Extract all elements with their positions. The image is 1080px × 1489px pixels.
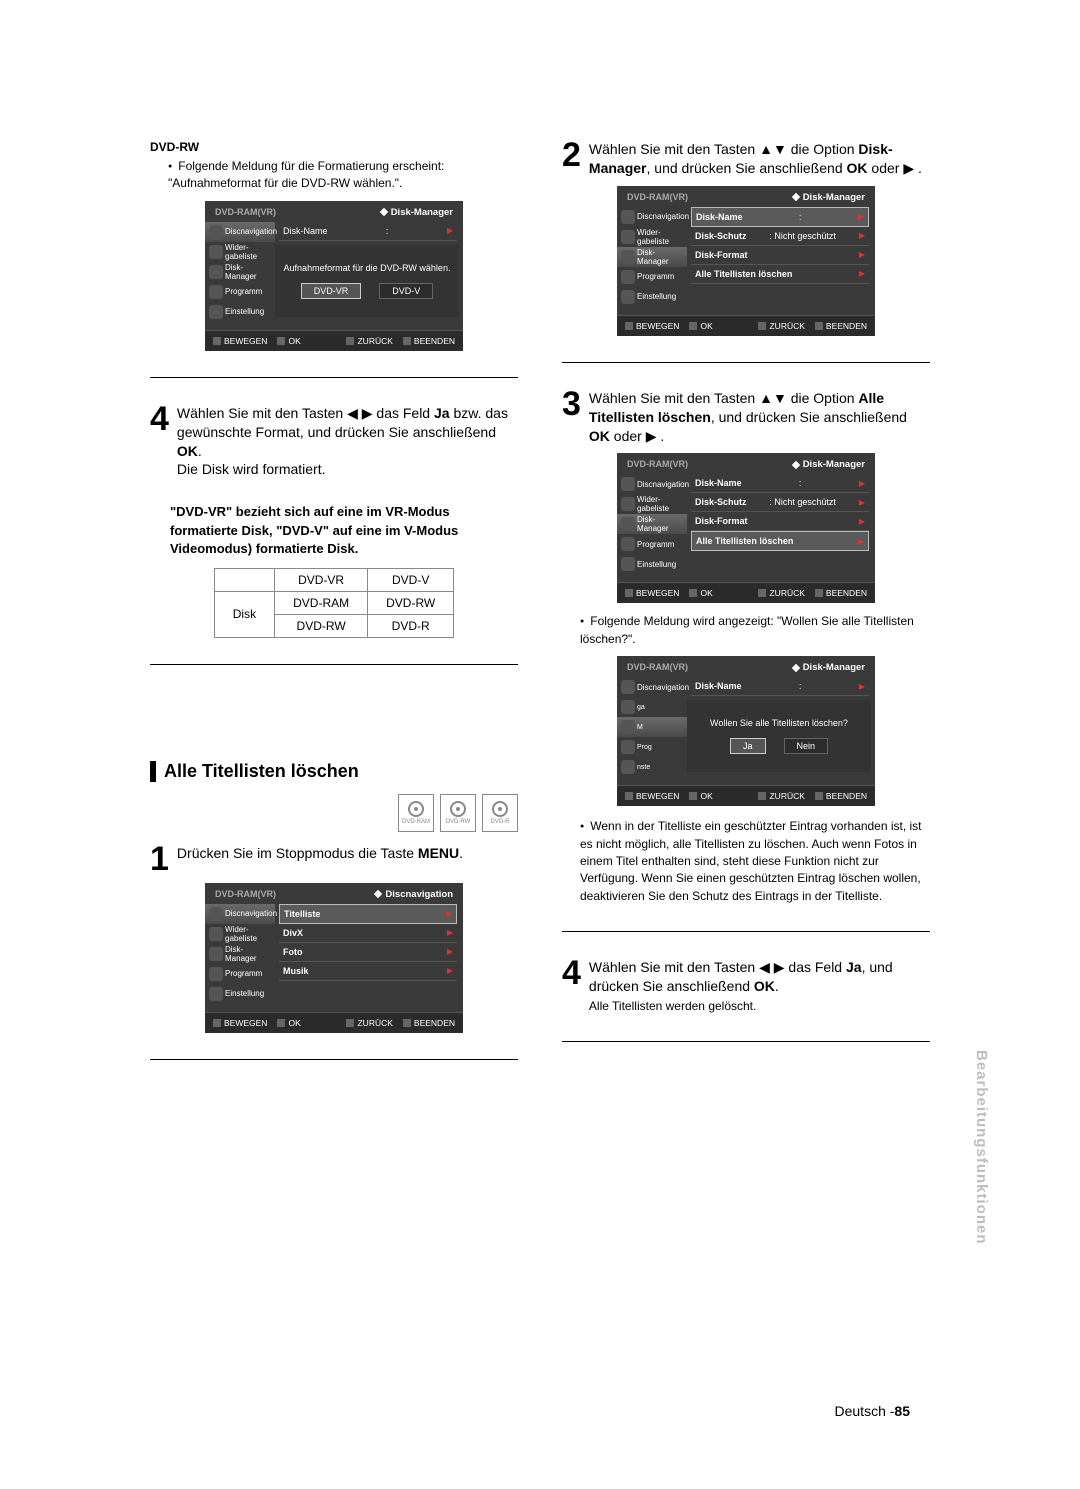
- disc-r-icon: DVD-R: [482, 794, 518, 832]
- osd-panel-delete-confirm: DVD-RAM(VR) Disk-Manager Discnavigation …: [617, 656, 875, 806]
- disc-icons: DVD-RAM DVD-RW DVD-R: [150, 794, 518, 832]
- osd-row-diskformat[interactable]: Disk-Format▶: [691, 512, 869, 531]
- sidebar-item-settings: Einstellung: [617, 287, 687, 307]
- delete-confirm-bullet: Folgende Meldung wird angezeigt: "Wollen…: [580, 613, 930, 648]
- dvd-rw-heading: DVD-RW: [150, 140, 518, 154]
- sidebar-item-discnav: Discnavigation: [617, 677, 687, 697]
- osd-mode: DVD-RAM(VR): [215, 889, 276, 900]
- list-icon: [209, 245, 223, 259]
- dialog-button-dvd-v[interactable]: DVD-V: [379, 283, 433, 299]
- sidebar-item-diskmgr: Disk- Manager: [205, 262, 275, 282]
- osd-row-deleteall[interactable]: Alle Titellisten löschen▶: [691, 265, 869, 284]
- diamond-icon: [374, 890, 382, 898]
- osd-footer: BEWEGEN OK ZURÜCK BEENDEN: [205, 330, 463, 351]
- step-number: 2: [562, 140, 581, 178]
- sidebar-item-settings: Einstellung: [205, 302, 275, 322]
- sidebar-item-program: Prog: [617, 737, 687, 757]
- osd-row-diskschutz[interactable]: Disk-Schutz: Nicht geschützt▶: [691, 493, 869, 512]
- sidebar-item-program: Programm: [617, 534, 687, 554]
- sidebar-item-program: Programm: [205, 964, 275, 984]
- sidebar-item-playlist: Wider- gabeliste: [205, 242, 275, 262]
- osd-row-deleteall[interactable]: Alle Titellisten löschen▶: [691, 531, 869, 551]
- osd-dialog-text: Aufnahmeformat für die DVD-RW wählen.: [284, 263, 451, 273]
- sidebar-item-discnav: Discnavigation: [617, 474, 687, 494]
- osd-row-divx[interactable]: DivX▶: [279, 924, 457, 943]
- sidebar-item-diskmgr: M: [617, 717, 687, 737]
- osd-row-titlelist[interactable]: Titelliste▶: [279, 904, 457, 924]
- prog-icon: [209, 285, 223, 299]
- osd-panel-diskmanager-deleteall: DVD-RAM(VR) Disk-Manager Discnavigation …: [617, 453, 875, 603]
- osd-panel-format-prompt: DVD-RAM(VR) Disk-Manager Discnavigation …: [205, 201, 463, 351]
- sidebar-item-diskmgr: Disk- Manager: [617, 247, 687, 267]
- osd-row-diskschutz[interactable]: Disk-Schutz: Nicht geschützt▶: [691, 227, 869, 246]
- sidebar-item-playlist: Wider- gabeliste: [617, 227, 687, 247]
- diamond-icon: [379, 208, 387, 216]
- sidebar-item-program: Programm: [617, 267, 687, 287]
- osd-row-diskname: Disk-Name:▶: [691, 677, 869, 696]
- step-4-right: 4 Wählen Sie mit den Tasten ◀ ▶ das Feld…: [562, 958, 930, 1015]
- sidebar-item-settings: Einstellung: [617, 554, 687, 574]
- step-1: 1 Drücken Sie im Stoppmodus die Taste ME…: [150, 844, 518, 875]
- sidebar-item-playlist: Wider- gabeliste: [205, 924, 275, 944]
- osd-breadcrumb: Discnavigation: [375, 889, 453, 900]
- dialog-button-dvd-vr[interactable]: DVD-VR: [301, 283, 362, 299]
- step-3: 3 Wählen Sie mit den Tasten ▲▼ die Optio…: [562, 389, 930, 446]
- step-4-left: 4 Wählen Sie mit den Tasten ◀ ▶ das Feld…: [150, 404, 518, 480]
- disk-icon: [209, 265, 223, 279]
- gear-icon: [209, 305, 223, 319]
- dialog-button-no[interactable]: Nein: [784, 738, 829, 754]
- sidebar-item-discnav: Discnavigation: [617, 207, 687, 227]
- sidebar-item-settings: nste: [617, 757, 687, 777]
- sidebar-item-settings: Einstellung: [205, 984, 275, 1004]
- osd-dialog: Wollen Sie alle Titellisten löschen? Ja …: [687, 700, 871, 772]
- osd-dialog-text: Wollen Sie alle Titellisten löschen?: [710, 718, 848, 728]
- step-number: 4: [562, 958, 581, 1015]
- sidebar-item-program: Programm: [205, 282, 275, 302]
- format-note: "DVD-VR" bezieht sich auf eine im VR-Mod…: [170, 503, 498, 558]
- osd-dialog: Aufnahmeformat für die DVD-RW wählen. DV…: [275, 245, 459, 317]
- page-number: Deutsch -85: [835, 1403, 911, 1419]
- osd-panel-discnav: DVD-RAM(VR) Discnavigation Discnavigatio…: [205, 883, 463, 1033]
- section-side-label: Bearbeitungsfunktionen: [973, 1050, 990, 1245]
- disc-ram-icon: DVD-RAM: [398, 794, 434, 832]
- step-number: 3: [562, 389, 581, 446]
- osd-row-diskname[interactable]: Disk-Name:▶: [691, 474, 869, 493]
- osd-mode: DVD-RAM(VR): [215, 207, 276, 218]
- sidebar-item-playlist: ga: [617, 697, 687, 717]
- disc-icon: [209, 225, 223, 239]
- sidebar-item-playlist: Wider- gabeliste: [617, 494, 687, 514]
- osd-row-diskformat[interactable]: Disk-Format▶: [691, 246, 869, 265]
- dialog-button-yes[interactable]: Ja: [730, 738, 766, 754]
- sidebar-item-diskmgr: Disk- Manager: [617, 514, 687, 534]
- disk-format-table: DVD-VRDVD-V DiskDVD-RAMDVD-RW DVD-RWDVD-…: [214, 568, 454, 638]
- protected-entry-bullet: Wenn in der Titelliste ein geschützter E…: [580, 818, 930, 905]
- step-number: 4: [150, 404, 169, 480]
- right-arrow-icon: ▶: [447, 226, 453, 235]
- osd-breadcrumb: Disk-Manager: [381, 207, 453, 218]
- osd-row-foto[interactable]: Foto▶: [279, 943, 457, 962]
- osd-panel-diskmanager: DVD-RAM(VR) Disk-Manager Discnavigation …: [617, 186, 875, 336]
- osd-row-diskname: Disk-Name:▶: [279, 222, 457, 241]
- step-2: 2 Wählen Sie mit den Tasten ▲▼ die Optio…: [562, 140, 930, 178]
- disc-rw-icon: DVD-RW: [440, 794, 476, 832]
- osd-row-musik[interactable]: Musik▶: [279, 962, 457, 981]
- sidebar-item-discnav: Discnavigation: [205, 222, 275, 242]
- sidebar-item-discnav: Discnavigation: [205, 904, 275, 924]
- section-title-delete-all: Alle Titellisten löschen: [150, 761, 518, 782]
- sidebar-item-diskmgr: Disk- Manager: [205, 944, 275, 964]
- step-number: 1: [150, 844, 169, 875]
- osd-row-diskname[interactable]: Disk-Name:▶: [691, 207, 869, 227]
- dvd-rw-bullet: Folgende Meldung für die Formatierung er…: [168, 158, 518, 193]
